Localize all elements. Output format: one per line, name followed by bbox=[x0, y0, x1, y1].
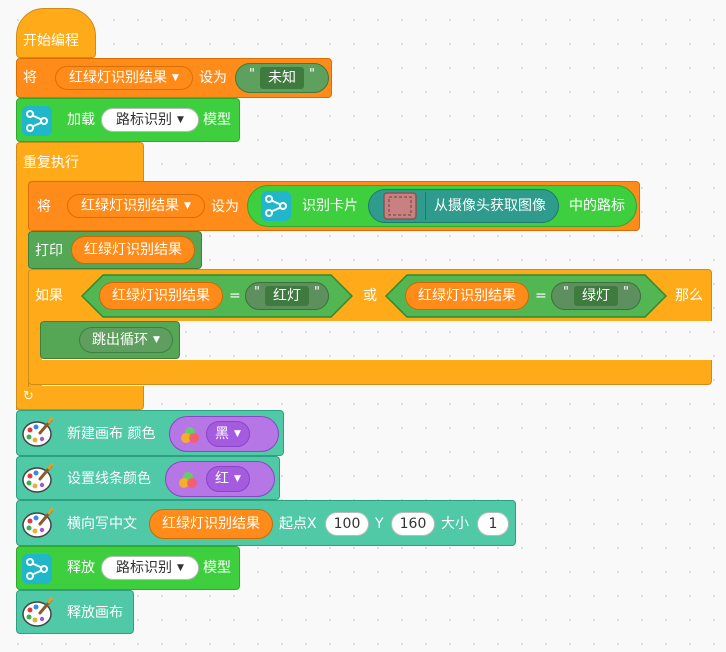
y-input[interactable]: 160 bbox=[391, 512, 435, 536]
variable-reporter[interactable]: 红绿灯识别结果 bbox=[99, 282, 223, 310]
dropdown-caret-icon: ▼ bbox=[184, 200, 191, 211]
set-line-color-block[interactable]: 设置线条颜色 红 ▼ bbox=[16, 456, 280, 500]
value-input[interactable]: 未知 bbox=[260, 67, 304, 89]
break-loop-block[interactable]: 跳出循环 ▼ bbox=[40, 321, 180, 359]
string-reporter: " 未知 " bbox=[235, 63, 329, 93]
variable-reporter[interactable]: 红绿灯识别结果 bbox=[405, 282, 529, 310]
write-text-block[interactable]: 横向写中文 红绿灯识别结果 起点X 100 Y 160 大小 1 bbox=[16, 500, 516, 546]
repeat-block-bottom: ↻ bbox=[16, 386, 144, 410]
write-text-label: 横向写中文 bbox=[67, 516, 137, 532]
line-color-label: 设置线条颜色 bbox=[67, 471, 151, 487]
recognize-card-label: 识别卡片 bbox=[302, 198, 358, 214]
set-variable-block[interactable]: 将 红绿灯识别结果 ▼ 设为 " 未知 " bbox=[16, 58, 332, 98]
print-prefix: 打印 bbox=[35, 243, 63, 259]
variable-name: 红绿灯识别结果 bbox=[112, 288, 210, 304]
if-prefix: 如果 bbox=[35, 288, 63, 304]
model-dropdown[interactable]: 路标识别 ▼ bbox=[101, 108, 199, 132]
variable-name: 红绿灯识别结果 bbox=[162, 516, 260, 532]
print-block[interactable]: 打印 红绿灯识别结果 bbox=[28, 231, 202, 269]
string-reporter: " 红灯 " bbox=[245, 282, 329, 310]
break-label: 跳出循环 bbox=[92, 332, 149, 348]
variable-reporter[interactable]: 红绿灯识别结果 bbox=[71, 236, 195, 264]
camera-image-label: 从摄像头获取图像 bbox=[434, 198, 546, 214]
size-label: 大小 bbox=[441, 516, 469, 532]
variable-name: 红绿灯识别结果 bbox=[81, 198, 180, 214]
value-input[interactable]: 红灯 bbox=[265, 286, 309, 306]
release-prefix: 释放 bbox=[67, 560, 95, 576]
variable-reporter[interactable]: 红绿灯识别结果 bbox=[149, 509, 273, 539]
camera-frame-icon bbox=[383, 192, 417, 220]
road-sign-suffix: 中的路标 bbox=[569, 198, 625, 214]
set-variable-block-inner[interactable]: 将 红绿灯识别结果 ▼ 设为 识别卡片 从摄像头获取图像 中的路标 bbox=[28, 181, 640, 231]
dropdown-caret-icon: ▼ bbox=[172, 72, 179, 83]
size-value: 1 bbox=[488, 516, 498, 532]
release-canvas-label: 释放画布 bbox=[67, 605, 123, 621]
y-value: 160 bbox=[399, 516, 427, 532]
release-model-block[interactable]: 释放 路标识别 ▼ 模型 bbox=[16, 546, 240, 590]
neural-network-icon bbox=[260, 190, 292, 222]
x-value: 100 bbox=[333, 516, 361, 532]
color-value: 黑 bbox=[215, 426, 229, 442]
neural-network-icon bbox=[21, 553, 53, 585]
model-name: 路标识别 bbox=[116, 112, 173, 128]
set-prefix: 将 bbox=[23, 70, 37, 86]
neural-network-icon bbox=[21, 105, 53, 137]
color-circles-icon bbox=[181, 427, 199, 443]
start-hat-block[interactable]: 开始编程 bbox=[16, 8, 96, 58]
start-x-label: 起点X bbox=[279, 516, 317, 532]
load-model-block[interactable]: 加载 路标识别 ▼ 模型 bbox=[16, 98, 240, 142]
start-label: 开始编程 bbox=[23, 33, 79, 49]
set-to-label: 设为 bbox=[199, 70, 227, 86]
dropdown-caret-icon: ▼ bbox=[234, 428, 241, 439]
variable-name: 红绿灯识别结果 bbox=[418, 288, 516, 304]
color-value: 红 bbox=[215, 471, 229, 487]
model-dropdown[interactable]: 路标识别 ▼ bbox=[101, 556, 199, 580]
recognize-card-reporter[interactable]: 识别卡片 从摄像头获取图像 中的路标 bbox=[247, 185, 637, 227]
if-block-top[interactable]: 如果 红绿灯识别结果 = " 红灯 " 或 红绿灯识别结果 = " 绿灯 " 那么 bbox=[28, 269, 712, 321]
load-prefix: 加载 bbox=[67, 112, 95, 128]
value-input[interactable]: 绿灯 bbox=[574, 286, 618, 306]
color-dropdown[interactable]: 红 ▼ bbox=[206, 466, 250, 492]
variable-name: 红绿灯识别结果 bbox=[84, 242, 182, 258]
dropdown-caret-icon: ▼ bbox=[177, 114, 184, 125]
palette-icon bbox=[21, 417, 53, 448]
new-canvas-label: 新建画布 颜色 bbox=[67, 426, 156, 442]
palette-icon bbox=[21, 597, 53, 628]
or-operator: 或 bbox=[363, 288, 377, 304]
palette-icon bbox=[21, 508, 53, 539]
break-dropdown[interactable]: 跳出循环 ▼ bbox=[79, 327, 173, 353]
string-reporter: " 绿灯 " bbox=[551, 282, 641, 310]
color-picker-reporter[interactable]: 红 ▼ bbox=[165, 461, 275, 497]
color-circles-icon bbox=[179, 472, 197, 488]
variable-dropdown[interactable]: 红绿灯识别结果 ▼ bbox=[55, 66, 193, 90]
then-label: 那么 bbox=[675, 288, 703, 304]
equals-operator: = bbox=[229, 288, 241, 304]
x-input[interactable]: 100 bbox=[325, 512, 369, 536]
palette-icon bbox=[21, 463, 53, 494]
color-picker-reporter[interactable]: 黑 ▼ bbox=[169, 416, 279, 452]
set-to-label: 设为 bbox=[211, 199, 239, 215]
camera-image-reporter[interactable]: 从摄像头获取图像 bbox=[368, 189, 559, 223]
variable-name: 红绿灯识别结果 bbox=[69, 70, 168, 86]
repeat-arrow-icon: ↻ bbox=[23, 389, 34, 404]
model-name: 路标识别 bbox=[116, 560, 173, 576]
color-dropdown[interactable]: 黑 ▼ bbox=[206, 421, 250, 447]
equals-operator: = bbox=[535, 288, 547, 304]
set-prefix: 将 bbox=[37, 199, 51, 215]
dropdown-caret-icon: ▼ bbox=[153, 334, 160, 345]
dropdown-caret-icon: ▼ bbox=[177, 562, 184, 573]
repeat-block-top[interactable]: 重复执行 bbox=[16, 142, 144, 182]
new-canvas-block[interactable]: 新建画布 颜色 黑 ▼ bbox=[16, 410, 284, 456]
if-block-bottom bbox=[28, 360, 712, 385]
load-suffix: 模型 bbox=[203, 112, 231, 128]
release-suffix: 模型 bbox=[203, 560, 231, 576]
size-input[interactable]: 1 bbox=[477, 512, 509, 536]
y-label: Y bbox=[375, 516, 384, 532]
variable-dropdown[interactable]: 红绿灯识别结果 ▼ bbox=[67, 194, 205, 218]
release-canvas-block[interactable]: 释放画布 bbox=[16, 590, 134, 634]
repeat-label: 重复执行 bbox=[23, 155, 79, 171]
dropdown-caret-icon: ▼ bbox=[234, 473, 241, 484]
